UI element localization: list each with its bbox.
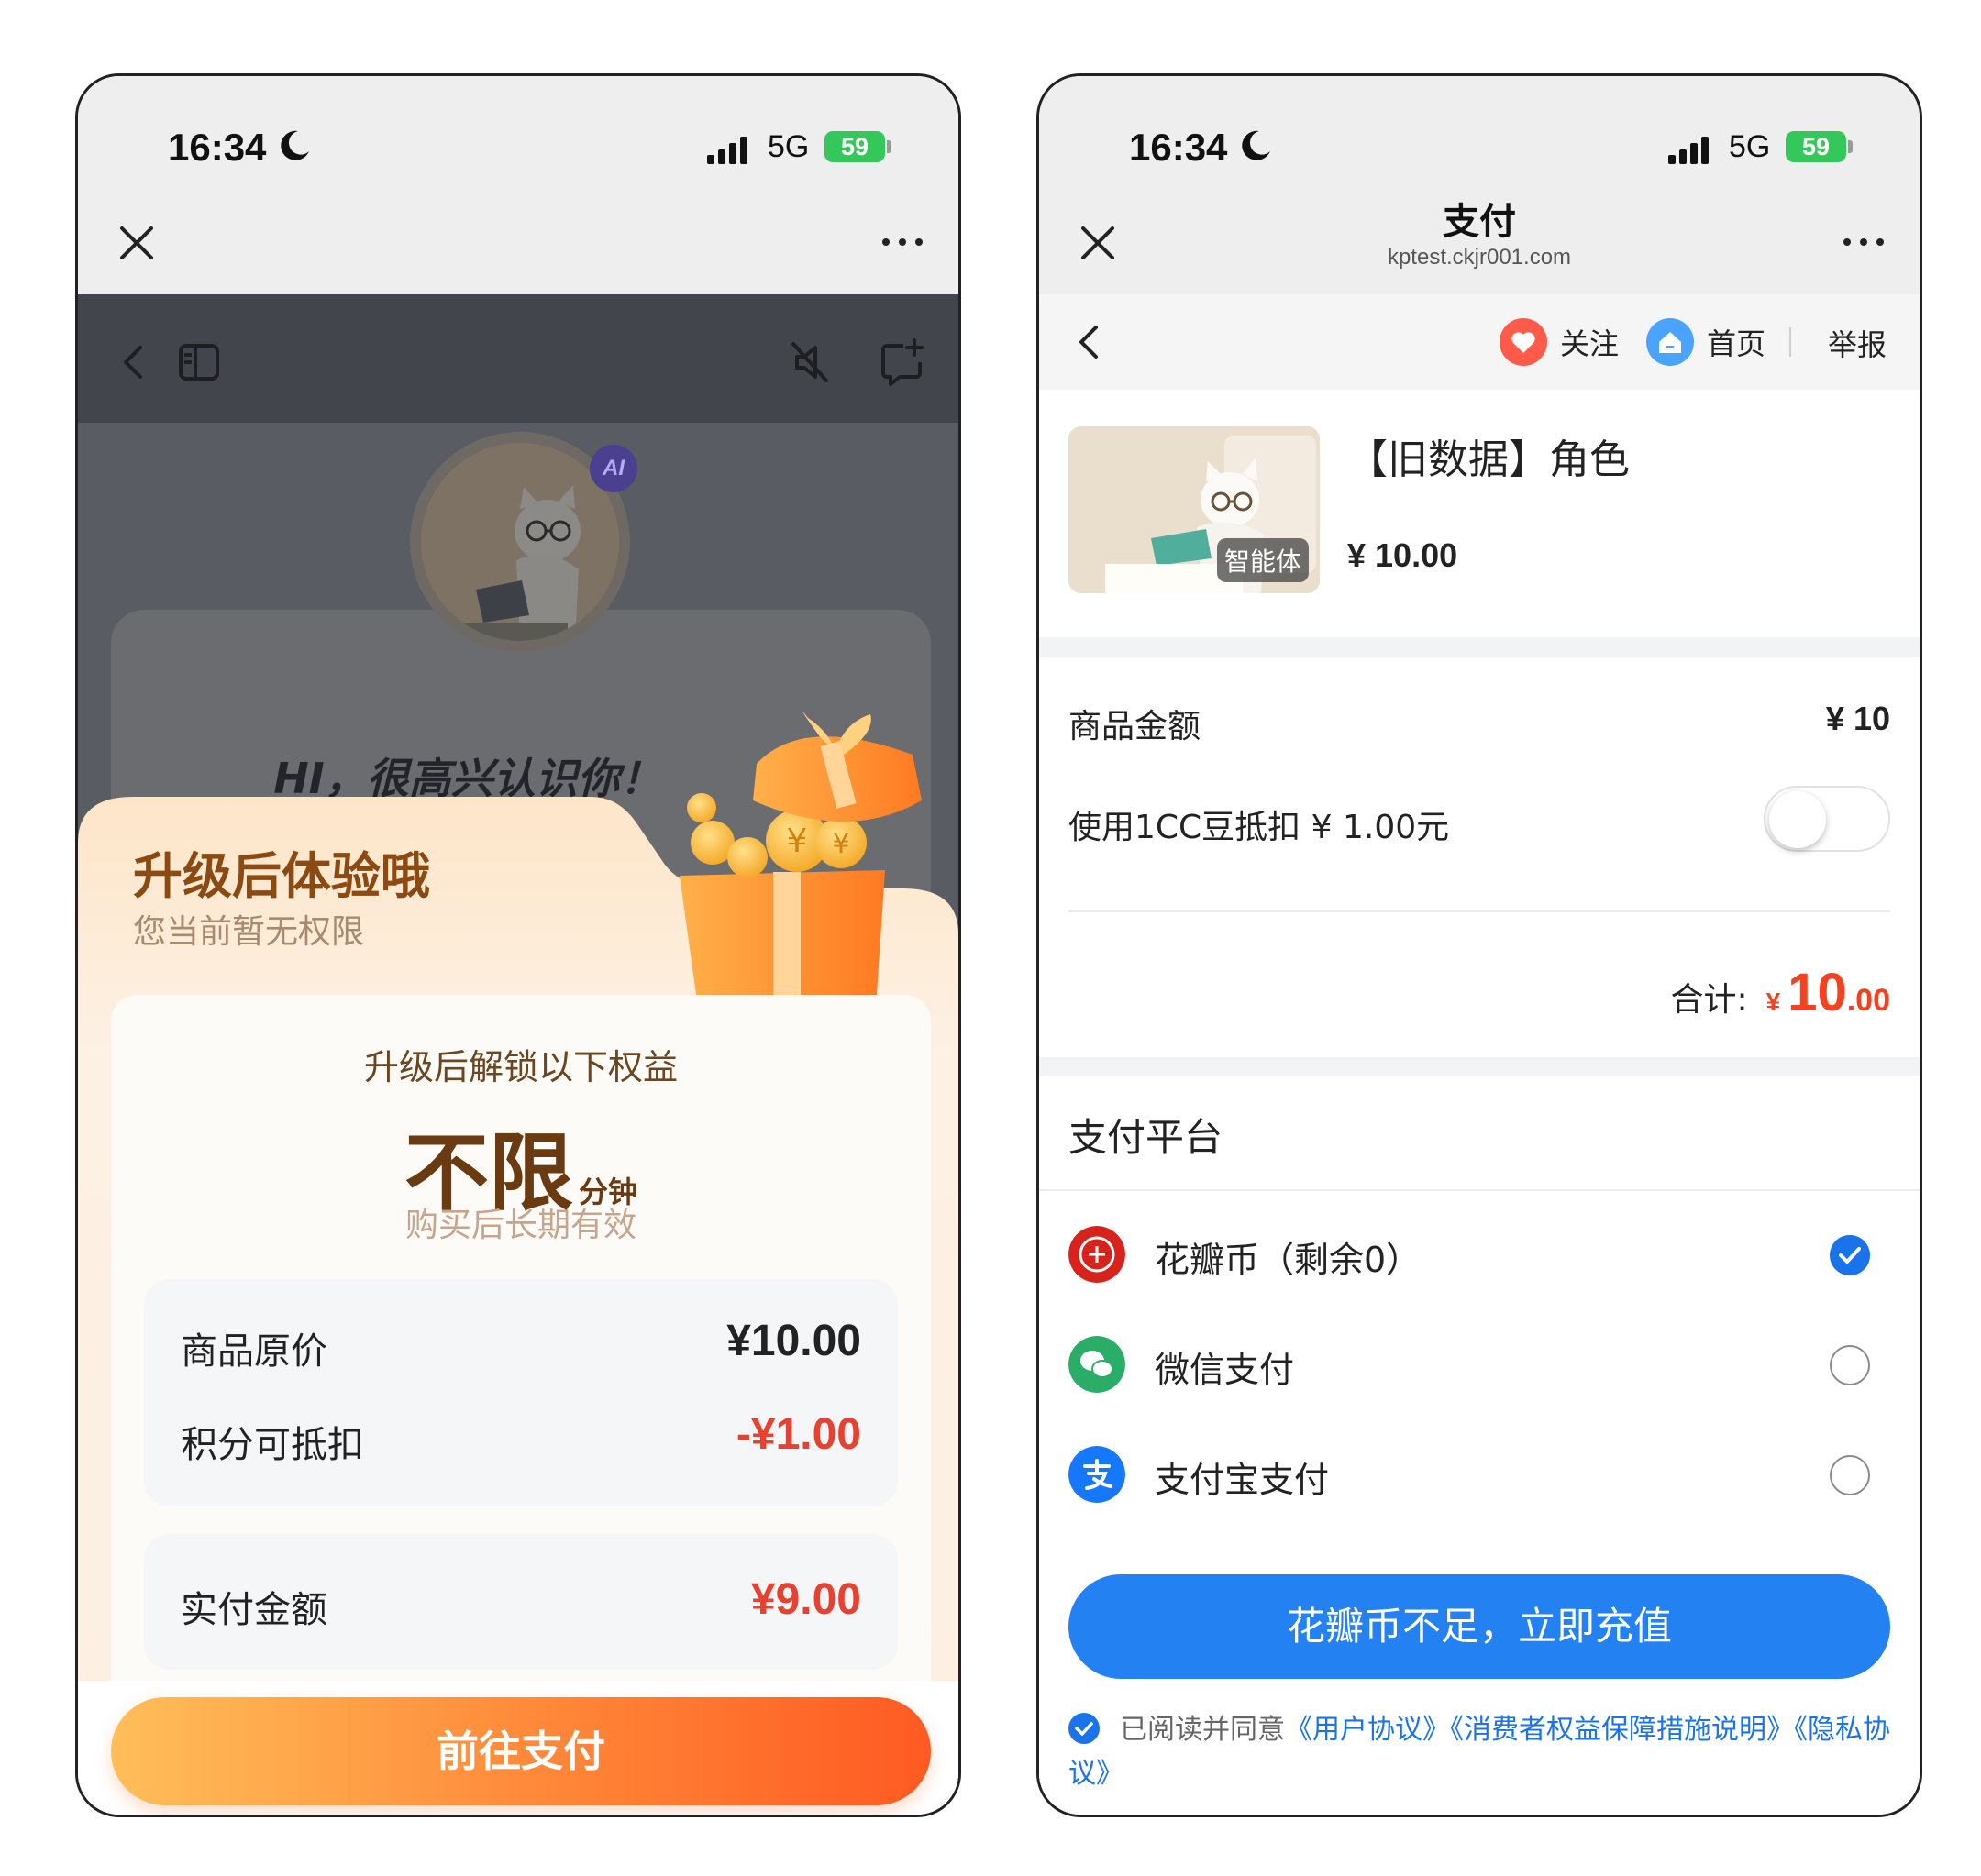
goods-amount-value: ¥ 10 — [1825, 700, 1890, 737]
benefit-card: 升级后解锁以下权益 不限 分钟 购买后长期有效 商品原价 ¥10.00 积分可抵扣… — [111, 995, 931, 1710]
validity-note: 购买后长期有效 — [404, 1207, 636, 1244]
alipay-label: 支付宝支付 — [1155, 1460, 1330, 1500]
agreement-prefix: 已阅读并同意 — [1120, 1714, 1285, 1746]
report-button[interactable]: 举报 — [1828, 322, 1887, 364]
battery-indicator: 59 — [1786, 131, 1846, 162]
goods-amount-label: 商品金额 — [1068, 708, 1201, 745]
new-chat-icon[interactable] — [876, 337, 927, 388]
home-button[interactable]: 首页 — [1646, 316, 1765, 368]
price-breakdown: 商品原价 ¥10.00 积分可抵扣 -¥1.00 — [144, 1279, 898, 1506]
svg-text:¥: ¥ — [832, 828, 849, 860]
pay-option-petal-coin[interactable]: 花瓣币（剩余0） — [1039, 1208, 1920, 1299]
go-pay-button[interactable]: 前往支付 — [111, 1697, 931, 1805]
gift-box-icon: ¥ ¥ — [680, 712, 922, 1008]
upgrade-subtitle: 您当前暂无权限 — [133, 913, 365, 951]
signal-icon — [707, 137, 747, 164]
sidebar-icon[interactable] — [173, 337, 225, 388]
agreement-text: 已阅读并同意《用户协议》《消费者权益保障措施说明》《隐私协议》 — [1068, 1708, 1894, 1796]
product-name: 【旧数据】角色 — [1347, 436, 1630, 483]
total-decimal: .00 — [1846, 983, 1890, 1018]
actual-payment-box: 实付金额 ¥9.00 — [144, 1534, 898, 1670]
upgrade-sheet: 升级后体验哦 您当前暂无权限 ¥ ¥ 升级后解锁以下权益 不限 分钟 购买后长期… — [78, 712, 958, 1815]
page-title: 支付 — [1443, 201, 1516, 243]
ai-badge: AI — [590, 445, 637, 492]
follow-label: 关注 — [1560, 326, 1620, 361]
wechat-pay-label: 微信支付 — [1155, 1350, 1295, 1390]
more-icon[interactable] — [1841, 228, 1887, 256]
total-row: 合计: ¥ 10 .00 — [1671, 962, 1891, 1023]
moon-icon — [281, 130, 309, 160]
original-price-label: 商品原价 — [181, 1330, 327, 1373]
radio-checked-icon[interactable] — [1830, 1235, 1870, 1275]
agent-tag: 智能体 — [1216, 538, 1309, 582]
pay-footer: 前往支付 — [78, 1681, 958, 1815]
total-integer: 10 — [1787, 963, 1847, 1022]
actual-payment-label: 实付金额 — [181, 1589, 327, 1631]
cc-deduct-label: 使用1CC豆抵扣 ¥ 1.00元 — [1068, 809, 1450, 846]
benefit-heading: 升级后解锁以下权益 — [363, 1047, 678, 1087]
payment-platform-section: 支付平台 花瓣币（剩余0） 微信支付 支付宝支付 花瓣币不足，立即充值 已阅读并… — [1039, 1076, 1920, 1815]
heart-icon — [1500, 318, 1547, 366]
home-label: 首页 — [1707, 326, 1766, 361]
toggle-knob — [1769, 791, 1826, 848]
petal-coin-label: 花瓣币（剩余0） — [1155, 1240, 1422, 1280]
recharge-button[interactable]: 花瓣币不足，立即充值 — [1068, 1574, 1890, 1679]
total-currency: ¥ — [1765, 988, 1781, 1016]
cc-deduct-toggle[interactable] — [1764, 786, 1890, 852]
points-deduct-label: 积分可抵扣 — [181, 1424, 364, 1466]
points-deduct-value: -¥1.00 — [736, 1410, 861, 1459]
wechat-pay-icon — [1068, 1336, 1125, 1393]
signal-icon — [1668, 137, 1709, 164]
payment-platform-title: 支付平台 — [1068, 1115, 1223, 1160]
more-icon[interactable] — [880, 228, 925, 256]
page-domain: kptest.ckjr001.com — [1387, 245, 1572, 270]
amount-divider — [1068, 910, 1890, 912]
header-divider — [1789, 327, 1791, 357]
consumer-rights-link[interactable]: 《消费者权益保障措施说明》 — [1450, 1714, 1794, 1746]
svg-text:¥: ¥ — [787, 822, 808, 860]
chat-toolbar — [78, 294, 958, 423]
user-agreement-link[interactable]: 《用户协议》 — [1285, 1714, 1450, 1746]
payment-phone-screen: 16:34 5G 59 支付 kptest.ckjr001.com 关注 首页 … — [1036, 73, 1922, 1817]
home-icon — [1646, 318, 1694, 366]
mute-icon[interactable] — [784, 337, 836, 388]
agree-checkbox[interactable] — [1068, 1713, 1100, 1744]
back-icon[interactable] — [1070, 322, 1107, 362]
nav-bar: 支付 kptest.ckjr001.com — [1039, 177, 1920, 294]
pay-option-wechat[interactable]: 微信支付 — [1039, 1318, 1920, 1409]
status-bar: 16:34 5G 59 — [1039, 76, 1920, 177]
radio-unchecked-icon[interactable] — [1830, 1455, 1870, 1495]
total-label: 合计: — [1670, 981, 1748, 1019]
petal-coin-icon — [1068, 1226, 1125, 1283]
product-card: 智能体 【旧数据】角色 ¥ 10.00 — [1039, 390, 1920, 637]
actual-payment-value: ¥9.00 — [750, 1575, 861, 1624]
battery-cap — [887, 140, 891, 153]
follow-button[interactable]: 关注 — [1500, 316, 1619, 368]
nav-bar — [78, 177, 958, 294]
sub-header: 关注 首页 举报 — [1039, 294, 1920, 390]
upgrade-title: 升级后体验哦 — [133, 847, 430, 905]
status-bar: 16:34 5G 59 — [78, 76, 958, 177]
status-time: 16:34 — [1129, 126, 1228, 169]
network-label: 5G — [1729, 129, 1771, 164]
original-price-value: ¥10.00 — [726, 1317, 861, 1365]
platform-divider — [1039, 1189, 1920, 1191]
radio-unchecked-icon[interactable] — [1830, 1345, 1870, 1385]
product-price: ¥ 10.00 — [1347, 536, 1458, 574]
alipay-icon — [1068, 1446, 1125, 1503]
back-icon[interactable] — [109, 337, 160, 388]
battery-indicator: 59 — [824, 131, 885, 162]
payment-page: 关注 首页 举报 智能体 【旧数据】角色 ¥ 10.00 商品金额 ¥ 10 使… — [1039, 294, 1920, 1815]
network-label: 5G — [768, 129, 810, 164]
pay-option-alipay[interactable]: 支付宝支付 — [1039, 1428, 1920, 1519]
moon-icon — [1242, 130, 1270, 160]
product-thumbnail: 智能体 — [1068, 426, 1320, 593]
battery-cap — [1848, 140, 1853, 153]
upgrade-phone-screen: 16:34 5G 59 AI HI，很高兴认识你！ 升级后体验哦 您当前暂无权限… — [75, 73, 961, 1817]
close-icon[interactable] — [116, 223, 157, 263]
amount-card: 商品金额 ¥ 10 使用1CC豆抵扣 ¥ 1.00元 合计: ¥ 10 .00 — [1039, 657, 1920, 1057]
status-time: 16:34 — [168, 126, 267, 169]
